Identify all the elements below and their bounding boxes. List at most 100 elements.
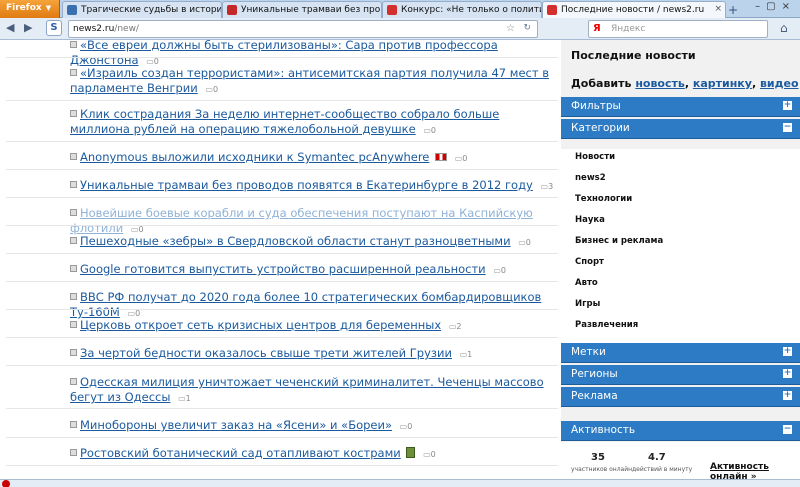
news-title-link[interactable]: Google готовится выпустить устройство ра…	[80, 262, 486, 276]
adblock-icon[interactable]	[2, 480, 10, 487]
add-picture-link[interactable]: картинку	[693, 77, 752, 90]
activity-online-link[interactable]: Активность онлайн »	[710, 462, 800, 479]
news-item[interactable]: Церковь откроет сеть кризисных центров д…	[70, 318, 558, 334]
news-item[interactable]: «Все евреи должны быть стерилизованы»: С…	[70, 40, 558, 69]
comment-count[interactable]: ▭0	[423, 126, 436, 135]
close-tab-icon[interactable]: ×	[714, 4, 722, 14]
browser-tab-active[interactable]: Последние новости / news2.ru ×	[542, 1, 726, 18]
forward-arrow-icon[interactable]: ▶	[24, 21, 32, 34]
expand-icon[interactable]: +	[783, 369, 792, 378]
filters-header[interactable]: Фильтры +	[561, 97, 800, 117]
categories-header[interactable]: Категории −	[561, 119, 800, 139]
comment-count[interactable]: ▭0	[423, 450, 436, 459]
divider	[6, 141, 558, 142]
comment-count[interactable]: ▭1	[460, 350, 473, 359]
news-item[interactable]: За чертой бедности оказалось свыше трети…	[70, 346, 558, 362]
page-favicon-icon	[547, 5, 557, 15]
news-title-link[interactable]: Anonymous выложили исходники к Symantec …	[80, 150, 429, 164]
category-link[interactable]: Технологии	[575, 194, 632, 204]
news-title-link[interactable]: Одесская милиция уничтожает чеченский кр…	[70, 375, 544, 404]
comment-count[interactable]: ▭1	[178, 394, 191, 403]
expand-icon[interactable]: +	[783, 347, 792, 356]
category-link[interactable]: Авто	[575, 278, 598, 288]
category-link[interactable]: Развлечения	[575, 320, 638, 330]
news-title-link[interactable]: Минобороны увеличит заказ на «Ясени» и «…	[80, 418, 392, 432]
navigation-bar: ◀ ▶ S news2.ru/new/ ☆ ↻ Я Яндекс ⌂	[0, 18, 800, 40]
new-tab-icon[interactable]: +	[728, 3, 738, 17]
reload-icon[interactable]: ↻	[523, 23, 531, 33]
comment-icon: ▭	[540, 182, 549, 191]
comment-count[interactable]: ▭0	[131, 225, 144, 234]
comment-count[interactable]: ▭0	[493, 266, 506, 275]
tags-header[interactable]: Метки +	[561, 343, 800, 363]
browser-tab-3[interactable]: Конкурс: «Не только о политике» / ...	[382, 1, 542, 18]
divider	[6, 100, 558, 101]
category-link[interactable]: news2	[575, 173, 606, 183]
news-item[interactable]: Клик сострадания За неделю интернет-сооб…	[70, 107, 558, 138]
category-link[interactable]: Новости	[575, 152, 615, 162]
actions-per-minute: 4.7	[648, 452, 666, 463]
comment-number: 0	[430, 450, 436, 459]
tab-label: Уникальные трамваи без проводов ...	[241, 5, 381, 15]
news-item[interactable]: ВВС РФ получат до 2020 года более 10 стр…	[70, 290, 558, 321]
collapse-icon[interactable]: −	[783, 123, 792, 132]
back-arrow-icon[interactable]: ◀	[6, 21, 14, 34]
add-news-link[interactable]: новость	[635, 77, 685, 90]
news-item[interactable]: Новейшие боевые корабли и суда обеспечен…	[70, 206, 558, 237]
category-link[interactable]: Бизнес и реклама	[575, 236, 663, 246]
users-online-count: 35	[591, 452, 605, 463]
divider	[6, 365, 558, 366]
news-title-link[interactable]: ВВС РФ получат до 2020 года более 10 стр…	[70, 290, 541, 319]
news-item[interactable]: Пешеходные «зебры» в Свердловской област…	[70, 234, 558, 250]
news-item[interactable]: Минобороны увеличит заказ на «Ясени» и «…	[70, 418, 558, 434]
comment-count[interactable]: ▭0	[128, 309, 141, 318]
bookmark-star-icon[interactable]: ☆	[506, 23, 515, 34]
category-link[interactable]: Наука	[575, 215, 605, 225]
search-box[interactable]: Я Яндекс	[588, 20, 768, 38]
divider	[6, 408, 558, 409]
comment-count[interactable]: ▭3	[541, 182, 554, 191]
comment-count[interactable]: ▭0	[146, 57, 159, 66]
expand-icon[interactable]: +	[783, 391, 792, 400]
divider	[6, 57, 558, 58]
address-bar[interactable]: news2.ru/new/ ☆ ↻	[68, 20, 538, 38]
browser-tab-2[interactable]: Уникальные трамваи без проводов ...	[222, 1, 382, 18]
tab-strip: Firefox▼ Трагические судьбы в истории сп…	[0, 0, 800, 18]
comment-count[interactable]: ▭0	[400, 422, 413, 431]
activity-header[interactable]: Активность −	[561, 421, 800, 441]
browser-tab-1[interactable]: Трагические судьбы в истории спо...	[62, 1, 222, 18]
home-icon[interactable]: ⌂	[780, 21, 788, 35]
s-extension-icon[interactable]: S	[46, 20, 62, 36]
regions-header[interactable]: Регионы +	[561, 365, 800, 385]
bullet-icon	[70, 449, 77, 456]
news-item[interactable]: Одесская милиция уничтожает чеченский кр…	[70, 375, 558, 406]
news-title-link[interactable]: «Израиль создан террористами»: антисемит…	[70, 66, 549, 95]
collapse-icon[interactable]: −	[783, 425, 792, 434]
comment-count[interactable]: ▭0	[455, 154, 468, 163]
bullet-icon	[70, 293, 77, 300]
divider	[6, 225, 558, 226]
add-video-link[interactable]: видео	[760, 77, 799, 90]
comment-count[interactable]: ▭0	[518, 238, 531, 247]
news-title-link[interactable]: Ростовский ботанический сад отапливают к…	[80, 446, 401, 460]
sidebar: Последние новости Добавить новость, карт…	[561, 40, 800, 479]
news-title-link[interactable]: Церковь откроет сеть кризисных центров д…	[80, 318, 441, 332]
news-title-link[interactable]: За чертой бедности оказалось свыше трети…	[80, 346, 452, 360]
expand-icon[interactable]: +	[783, 101, 792, 110]
category-link[interactable]: Спорт	[575, 257, 604, 267]
news-title-link[interactable]: Уникальные трамваи без проводов появятся…	[80, 178, 533, 192]
comment-count[interactable]: ▭2	[449, 322, 462, 331]
news-item[interactable]: Anonymous выложили исходники к Symantec …	[70, 150, 558, 166]
yandex-icon: Я	[593, 23, 601, 34]
category-link[interactable]: Игры	[575, 299, 600, 309]
news-item[interactable]: Google готовится выпустить устройство ра…	[70, 262, 558, 278]
ads-header[interactable]: Реклама +	[561, 387, 800, 407]
news-item[interactable]: Ростовский ботанический сад отапливают к…	[70, 446, 558, 462]
window-controls[interactable]: –▢×	[755, 1, 796, 12]
news-item[interactable]: Уникальные трамваи без проводов появятся…	[70, 178, 558, 194]
news-title-link[interactable]: «Все евреи должны быть стерилизованы»: С…	[70, 40, 498, 67]
news-title-link[interactable]: Пешеходные «зебры» в Свердловской област…	[80, 234, 511, 248]
news-item[interactable]: «Израиль создан террористами»: антисемит…	[70, 66, 558, 97]
firefox-menu-button[interactable]: Firefox ▼	[0, 0, 60, 18]
comment-count[interactable]: ▭0	[205, 85, 218, 94]
